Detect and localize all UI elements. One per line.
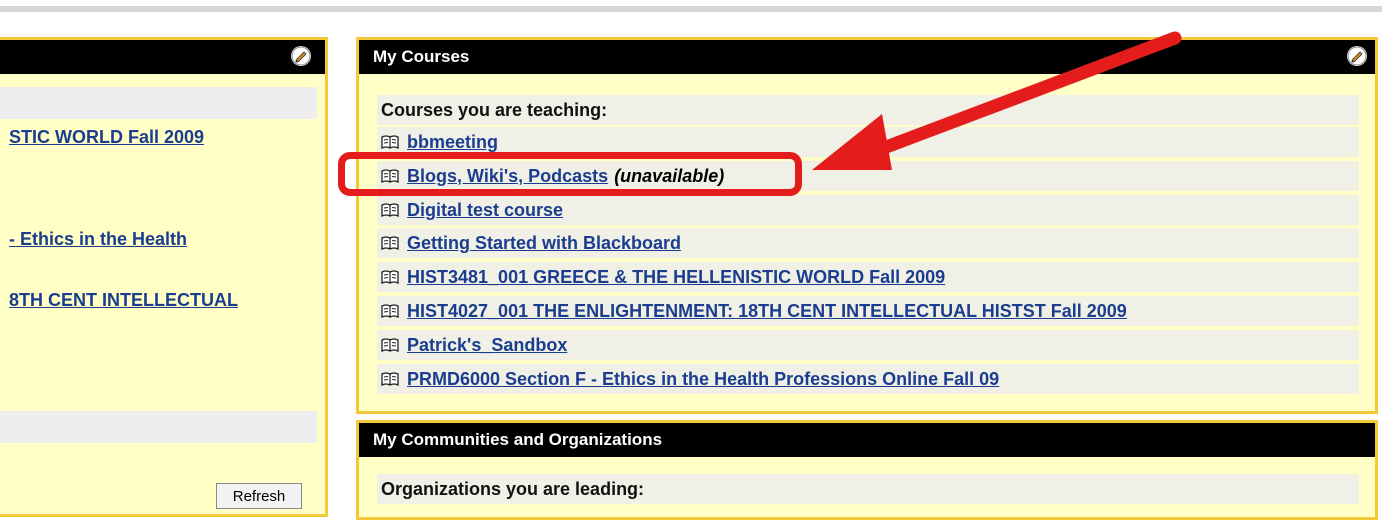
book-icon: [381, 335, 407, 355]
book-icon: [381, 369, 407, 389]
course-row: HIST4027_001 THE ENLIGHTENMENT: 18TH CEN…: [377, 296, 1359, 326]
book-icon: [381, 132, 407, 152]
course-row: Patrick's_Sandbox: [377, 329, 1359, 360]
book-icon: [381, 301, 407, 321]
course-link[interactable]: 8TH CENT INTELLECTUAL: [9, 290, 238, 310]
red-arrow-icon: [812, 31, 1182, 170]
course-row: Getting Started with Blackboard: [377, 228, 1359, 259]
communities-subtitle: Organizations you are leading:: [381, 479, 645, 499]
edit-icon[interactable]: [291, 46, 311, 66]
edit-icon[interactable]: [1347, 46, 1367, 66]
left-panel: STIC WORLD Fall 2009 - Ethics in the Hea…: [0, 37, 328, 517]
course-link[interactable]: Digital test course: [407, 200, 563, 220]
book-icon: [381, 233, 407, 253]
top-divider: [0, 6, 1382, 12]
course-row: PRMD6000 Section F - Ethics in the Healt…: [377, 363, 1359, 394]
left-course-link-3[interactable]: 8TH CENT INTELLECTUAL: [9, 285, 309, 315]
course-link[interactable]: Patrick's_Sandbox: [407, 335, 567, 355]
left-course-link-1[interactable]: STIC WORLD Fall 2009: [9, 122, 309, 152]
left-panel-header: [0, 40, 325, 74]
course-link[interactable]: PRMD6000 Section F - Ethics in the Healt…: [407, 369, 999, 389]
course-link[interactable]: Getting Started with Blackboard: [407, 233, 681, 253]
left-row-blank: [0, 87, 317, 119]
refresh-button[interactable]: Refresh: [216, 483, 302, 509]
my-communities-header: My Communities and Organizations: [359, 423, 1375, 457]
course-row: Digital test course: [377, 194, 1359, 225]
course-row: HIST3481_001 GREECE & THE HELLENISTIC WO…: [377, 262, 1359, 293]
communities-subtitle-row: Organizations you are leading:: [377, 474, 1359, 504]
course-link[interactable]: - Ethics in the Health: [9, 229, 187, 249]
course-link[interactable]: HIST4027_001 THE ENLIGHTENMENT: 18TH CEN…: [407, 301, 1127, 321]
left-course-link-2[interactable]: - Ethics in the Health: [9, 224, 309, 254]
my-communities-panel: My Communities and Organizations Organiz…: [356, 420, 1378, 520]
book-icon: [381, 267, 407, 287]
course-link[interactable]: HIST3481_001 GREECE & THE HELLENISTIC WO…: [407, 267, 945, 287]
book-icon: [381, 200, 407, 220]
left-row-blank-2: [0, 411, 317, 443]
courses-subtitle: Courses you are teaching:: [381, 100, 608, 120]
highlight-box: [338, 152, 802, 196]
course-link[interactable]: bbmeeting: [407, 132, 498, 152]
course-link[interactable]: STIC WORLD Fall 2009: [9, 127, 204, 147]
